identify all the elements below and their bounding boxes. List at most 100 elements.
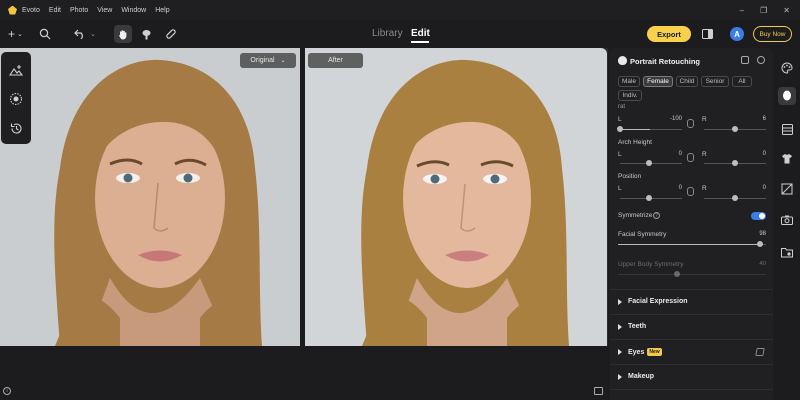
hand-tool-icon[interactable]	[114, 25, 132, 43]
upper-body-symmetry-track[interactable]	[618, 274, 766, 275]
caret-right-icon	[618, 323, 622, 330]
portrait-retouching-panel: Portrait Retouching Male Female Child Se…	[610, 48, 773, 400]
symmetrize-toggle[interactable]	[751, 212, 766, 220]
position-right-knob[interactable]	[732, 195, 738, 201]
facial-symmetry-label: Facial Symmetry	[618, 231, 667, 238]
menu-help[interactable]: Help	[155, 7, 169, 14]
undo-icon[interactable]: ⌄	[74, 25, 96, 43]
menu-photo[interactable]: Photo	[70, 7, 88, 14]
arch-height-title: Arch Height	[618, 139, 652, 146]
palette-icon[interactable]	[781, 62, 793, 74]
close-icon[interactable]: ✕	[783, 6, 790, 15]
position-right-value: 0	[762, 185, 766, 191]
history-icon[interactable]	[9, 121, 23, 135]
info-icon[interactable]: ?	[653, 212, 660, 219]
face-icon	[618, 56, 627, 65]
expand-icon[interactable]	[741, 56, 749, 64]
menu-edit[interactable]: Edit	[49, 7, 61, 14]
body-grid-icon[interactable]	[781, 123, 793, 135]
right-label: R	[702, 116, 707, 123]
buy-now-button[interactable]: Buy Now	[753, 26, 792, 42]
caret-right-icon	[618, 373, 622, 380]
divider	[610, 314, 773, 315]
caret-right-icon	[618, 298, 622, 305]
chevron-down-icon: ⌄	[280, 58, 286, 64]
title-bar: Evoto Edit Photo View Window Help – ❐ ✕	[0, 0, 800, 20]
arch-right-label: R	[702, 151, 707, 158]
window-controls: – ❐ ✕	[740, 0, 790, 20]
panel-title: Portrait Retouching	[630, 57, 701, 66]
after-photo[interactable]	[305, 48, 607, 346]
maximize-icon[interactable]: ❐	[760, 6, 767, 15]
right-slider-knob[interactable]	[732, 126, 738, 132]
crop-icon[interactable]	[781, 183, 793, 195]
facial-symmetry-fill	[618, 244, 763, 245]
position-left-knob[interactable]	[646, 195, 652, 201]
filmstrip-area	[0, 346, 608, 400]
arch-right-knob[interactable]	[732, 160, 738, 166]
new-badge: New	[647, 348, 662, 356]
chip-all[interactable]: All	[732, 76, 752, 87]
tool-rail	[774, 48, 800, 400]
left-value: -100	[669, 116, 682, 122]
brush-icon[interactable]	[141, 25, 152, 43]
minimize-icon[interactable]: –	[740, 6, 744, 15]
after-label: After	[308, 53, 363, 68]
chip-individual[interactable]: Indiv.	[618, 90, 642, 101]
camera-icon[interactable]	[781, 214, 793, 226]
section-eyes[interactable]: Eyes New	[618, 348, 662, 356]
left-slider-knob[interactable]	[617, 126, 623, 132]
symmetrize-label: Symmetrize	[618, 212, 653, 219]
chip-male[interactable]: Male	[618, 76, 640, 87]
menu-view[interactable]: View	[97, 7, 112, 14]
compare-view-icon[interactable]	[594, 387, 603, 395]
position-left-value: 0	[678, 185, 682, 191]
add-icon[interactable]: + ⌄	[8, 25, 23, 43]
menu-window[interactable]: Window	[121, 7, 146, 14]
chip-senior[interactable]: Senior	[701, 76, 729, 87]
left-tool-palette	[1, 52, 31, 144]
edit-icon[interactable]	[755, 348, 765, 356]
avatar[interactable]: A	[730, 27, 744, 41]
arch-left-knob[interactable]	[646, 160, 652, 166]
section-teeth[interactable]: Teeth	[618, 323, 646, 330]
original-photo[interactable]	[0, 48, 300, 346]
search-icon[interactable]	[39, 25, 51, 43]
arch-link-icon[interactable]	[687, 153, 694, 162]
upper-body-symmetry-value: 40	[759, 261, 766, 267]
arch-left-value: 0	[678, 151, 682, 157]
tab-edit[interactable]: Edit	[411, 28, 430, 39]
dotted-circle-icon[interactable]	[9, 92, 23, 106]
app-logo	[8, 5, 17, 15]
chip-child[interactable]: Child	[676, 76, 698, 87]
section-facial-expression[interactable]: Facial Expression	[618, 298, 688, 305]
link-icon[interactable]	[687, 119, 694, 128]
divider	[610, 339, 773, 340]
reset-icon[interactable]	[757, 56, 765, 64]
divider	[610, 289, 773, 290]
chip-female[interactable]: Female	[643, 76, 673, 87]
info-icon[interactable]: i	[3, 387, 11, 395]
sidebar-toggle-icon[interactable]	[702, 25, 713, 43]
position-title: Position	[618, 173, 642, 180]
section-makeup[interactable]: Makeup	[618, 373, 654, 380]
clothing-icon[interactable]	[781, 152, 793, 164]
tab-edit-underline	[411, 41, 429, 43]
portrait-icon[interactable]	[778, 87, 796, 105]
landscape-add-icon[interactable]	[9, 63, 23, 77]
upper-body-symmetry-knob[interactable]	[674, 271, 680, 277]
position-link-icon[interactable]	[687, 187, 694, 196]
divider	[610, 364, 773, 365]
bandage-icon[interactable]	[165, 25, 177, 43]
position-right-label: R	[702, 185, 707, 192]
menu-app[interactable]: Evoto	[22, 7, 40, 14]
tab-library[interactable]: Library	[372, 28, 403, 39]
original-dropdown[interactable]: Original ⌄	[240, 53, 296, 68]
sub-label: rat	[618, 104, 626, 110]
caret-right-icon	[618, 349, 622, 355]
export-button[interactable]: Export	[647, 26, 691, 42]
arch-right-value: 0	[762, 151, 766, 157]
right-value: 6	[762, 116, 766, 122]
facial-symmetry-knob[interactable]	[757, 241, 763, 247]
folder-settings-icon[interactable]	[781, 246, 793, 258]
